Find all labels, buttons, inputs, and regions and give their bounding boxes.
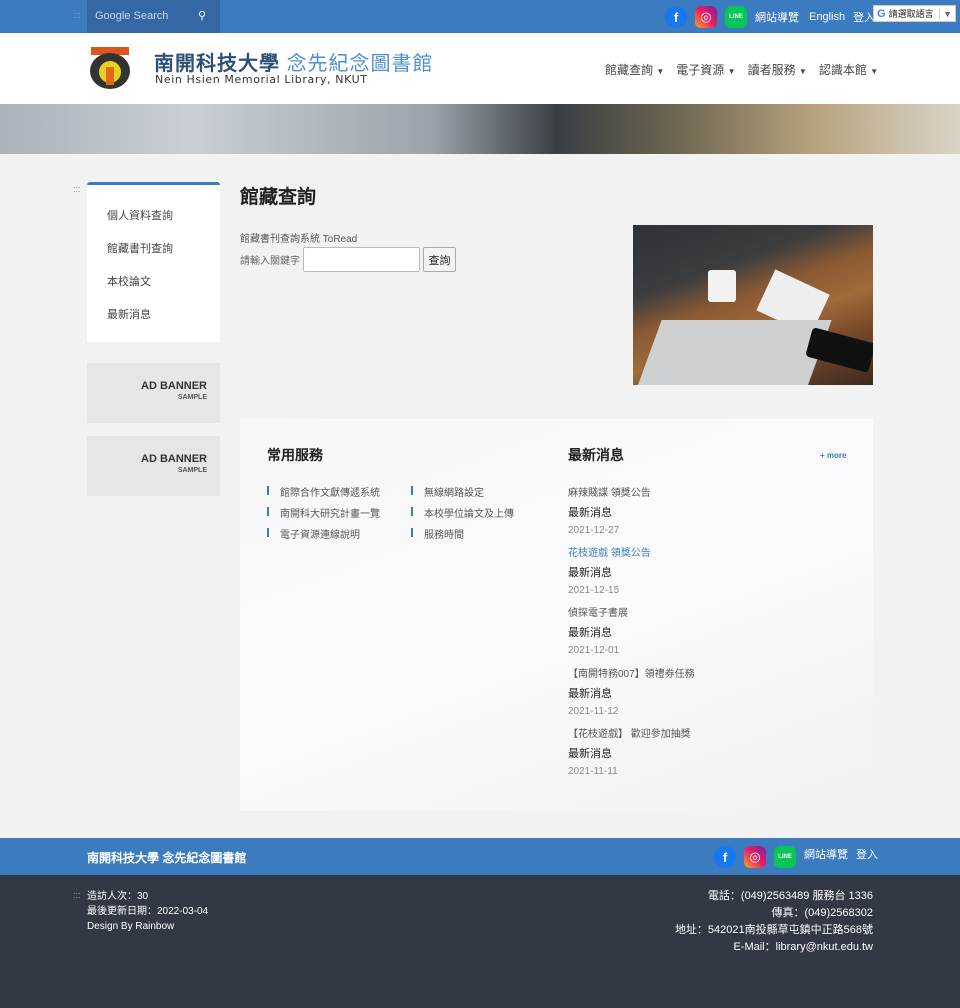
site-subtitle: Nein Hsien Memorial Library, NKUT xyxy=(155,73,368,86)
language-select[interactable]: G 請選取語言 ▼ xyxy=(873,5,956,22)
ad-banner[interactable]: AD BANNER SAMPLE xyxy=(87,363,220,423)
news-item-date: 2021-11-12 xyxy=(568,706,619,717)
footer-sitemap-link[interactable]: 網站導覽 xyxy=(804,846,848,862)
footer-phone: 電話：(049)2563489 服務台 1336 xyxy=(707,890,873,902)
language-select-value: 請選取語言 xyxy=(888,9,934,19)
nav-eresources[interactable]: 電子資源 ▼ xyxy=(676,61,735,78)
page-title: 館藏查詢 xyxy=(240,187,317,208)
nav-label: 電子資源 xyxy=(676,63,725,77)
keyword-input[interactable] xyxy=(303,247,420,272)
nav-label: 認識本館 xyxy=(818,63,867,77)
news-item-title[interactable]: 【南開特務007】領禮券任務 xyxy=(568,665,768,680)
service-link[interactable]: 電子資源連線說明 xyxy=(267,526,360,541)
footer-library-name: 南開科技大學 念先紀念圖書館 xyxy=(87,851,247,865)
footer-email[interactable]: E-Mail：library@nkut.edu.tw xyxy=(675,939,873,956)
sidebar-item-news[interactable]: 最新消息 xyxy=(107,306,151,322)
news-item-date: 2021-12-27 xyxy=(568,525,620,536)
news-item-title[interactable]: 花枝遊戲 領獎公告 xyxy=(568,544,768,559)
service-link[interactable]: 無線網路設定 xyxy=(411,484,484,499)
search-button[interactable]: 查詢 xyxy=(423,247,456,272)
site-title[interactable]: 南開科技大學 念先紀念圖書館 xyxy=(154,47,434,76)
accesskey-marker: ::: xyxy=(73,890,81,900)
footer: ::: 造訪人次：30 最後更新日期：2022-03-04 Design By … xyxy=(0,875,960,1008)
nav-label: 館藏查詢 xyxy=(605,63,654,77)
news-item-title[interactable]: 【花枝遊戲】 歡迎參加抽獎 xyxy=(568,725,768,740)
nav-collection[interactable]: 館藏查詢 ▼ xyxy=(605,61,664,78)
nav-services[interactable]: 讀者服務 ▼ xyxy=(748,61,807,78)
site-title-university: 南開科技大學 xyxy=(154,53,280,75)
news-item-category: 最新消息 xyxy=(568,567,612,579)
news-item[interactable]: 【花枝遊戲】 歡迎參加抽獎 最新消息 2021-11-11 xyxy=(568,725,768,777)
google-search-input[interactable]: Google Search ⚲ xyxy=(87,0,220,33)
sidebar-item-personal[interactable]: 個人資料查詢 xyxy=(107,207,173,223)
line-icon[interactable]: LINE xyxy=(774,846,796,868)
nav-about[interactable]: 認識本館 ▼ xyxy=(819,61,878,78)
footer-address: 地址：542021南投縣草屯鎮中正路568號 xyxy=(674,924,873,936)
sidebar-menu: 個人資料查詢 館藏書刊查詢 本校論文 最新消息 xyxy=(87,182,220,342)
news-item[interactable]: 花枝遊戲 領獎公告 最新消息 2021-12-15 xyxy=(568,544,768,596)
ad-banner[interactable]: AD BANNER SAMPLE xyxy=(87,436,220,496)
banner-image xyxy=(0,104,960,154)
english-link[interactable]: English xyxy=(809,11,845,23)
news-item-title[interactable]: 麻辣賤諜 領獎公告 xyxy=(568,484,768,499)
news-item-title[interactable]: 偵探電子書展 xyxy=(568,604,768,619)
news-item-category: 最新消息 xyxy=(568,748,612,760)
site-title-library: 念先紀念圖書館 xyxy=(286,53,434,75)
caret-down-icon: ▼ xyxy=(656,67,665,76)
chevron-down-icon: ▼ xyxy=(939,8,952,19)
caret-down-icon: ▼ xyxy=(870,67,879,76)
sidebar-item-theses[interactable]: 本校論文 xyxy=(107,273,151,289)
caret-down-icon: ▼ xyxy=(727,67,736,76)
facebook-icon[interactable]: f xyxy=(665,6,687,28)
services-title: 常用服務 xyxy=(267,447,323,463)
news-item-category: 最新消息 xyxy=(568,688,612,700)
service-link[interactable]: 館際合作文獻傳遞系統 xyxy=(267,484,380,499)
footer-login-link[interactable]: 登入 xyxy=(856,846,878,862)
accesskey-marker: ::: xyxy=(73,10,81,20)
login-link[interactable]: 登入 xyxy=(853,9,875,25)
accesskey-marker: ::: xyxy=(73,184,81,194)
search-placeholder: Google Search xyxy=(95,10,169,22)
visit-count: 造訪人次：30 xyxy=(87,891,149,902)
news-item[interactable]: 偵探電子書展 最新消息 2021-12-01 xyxy=(568,604,768,656)
footer-fax: 傳真：(049)2568302 xyxy=(771,907,873,919)
facebook-icon[interactable]: f xyxy=(714,846,736,868)
ad-title: AD BANNER xyxy=(141,453,207,465)
last-updated: 最後更新日期：2022-03-04 xyxy=(87,906,209,917)
design-credit: Design By Rainbow xyxy=(87,921,175,932)
sidebar-item-catalog[interactable]: 館藏書刊查詢 xyxy=(107,240,173,256)
ad-sub: SAMPLE xyxy=(177,467,207,474)
google-icon: G xyxy=(877,7,886,20)
ad-title: AD BANNER xyxy=(141,380,207,392)
caret-down-icon: ▼ xyxy=(798,67,807,76)
search-icon[interactable]: ⚲ xyxy=(198,9,206,22)
ad-sub: SAMPLE xyxy=(177,394,207,401)
instagram-icon[interactable]: ◎ xyxy=(695,6,717,28)
line-icon[interactable]: LINE xyxy=(725,6,747,28)
news-item-date: 2021-12-15 xyxy=(568,585,620,596)
news-title: 最新消息 xyxy=(568,447,624,463)
catalog-system-label: 館藏書刊查詢系統 ToRead xyxy=(240,234,358,245)
news-item-category: 最新消息 xyxy=(568,627,612,639)
instagram-icon[interactable]: ◎ xyxy=(744,846,766,868)
service-link[interactable]: 南開科大研究計畫一覽 xyxy=(267,505,380,520)
nav-label: 讀者服務 xyxy=(747,63,796,77)
news-item[interactable]: 麻辣賤諜 領獎公告 最新消息 2021-12-27 xyxy=(568,484,768,536)
services-news-panel: 常用服務 館際合作文獻傳遞系統 無線網路設定 南開科大研究計畫一覽 本校學位論文… xyxy=(240,419,873,811)
news-item-category: 最新消息 xyxy=(568,507,612,519)
news-item[interactable]: 【南開特務007】領禮券任務 最新消息 2021-11-12 xyxy=(568,665,768,717)
sitemap-link[interactable]: 網站導覽 xyxy=(755,9,799,25)
university-logo[interactable] xyxy=(87,45,133,91)
news-item-date: 2021-12-01 xyxy=(568,645,620,656)
site-header: 南開科技大學 念先紀念圖書館 Nein Hsien Memorial Libra… xyxy=(0,33,960,104)
keyword-label: 請輸入關鍵字 xyxy=(240,256,300,267)
top-bar: ::: Google Search ⚲ f ◎ LINE 網站導覽 Englis… xyxy=(0,0,960,33)
footer-band: 南開科技大學 念先紀念圖書館 f ◎ LINE 網站導覽 登入 xyxy=(0,838,960,875)
news-more-link[interactable]: + more xyxy=(820,451,846,460)
service-link[interactable]: 服務時間 xyxy=(411,526,464,541)
laptop-coffee-photo xyxy=(633,225,873,385)
service-link[interactable]: 本校學位論文及上傳 xyxy=(411,505,514,520)
news-item-date: 2021-11-11 xyxy=(568,766,618,777)
